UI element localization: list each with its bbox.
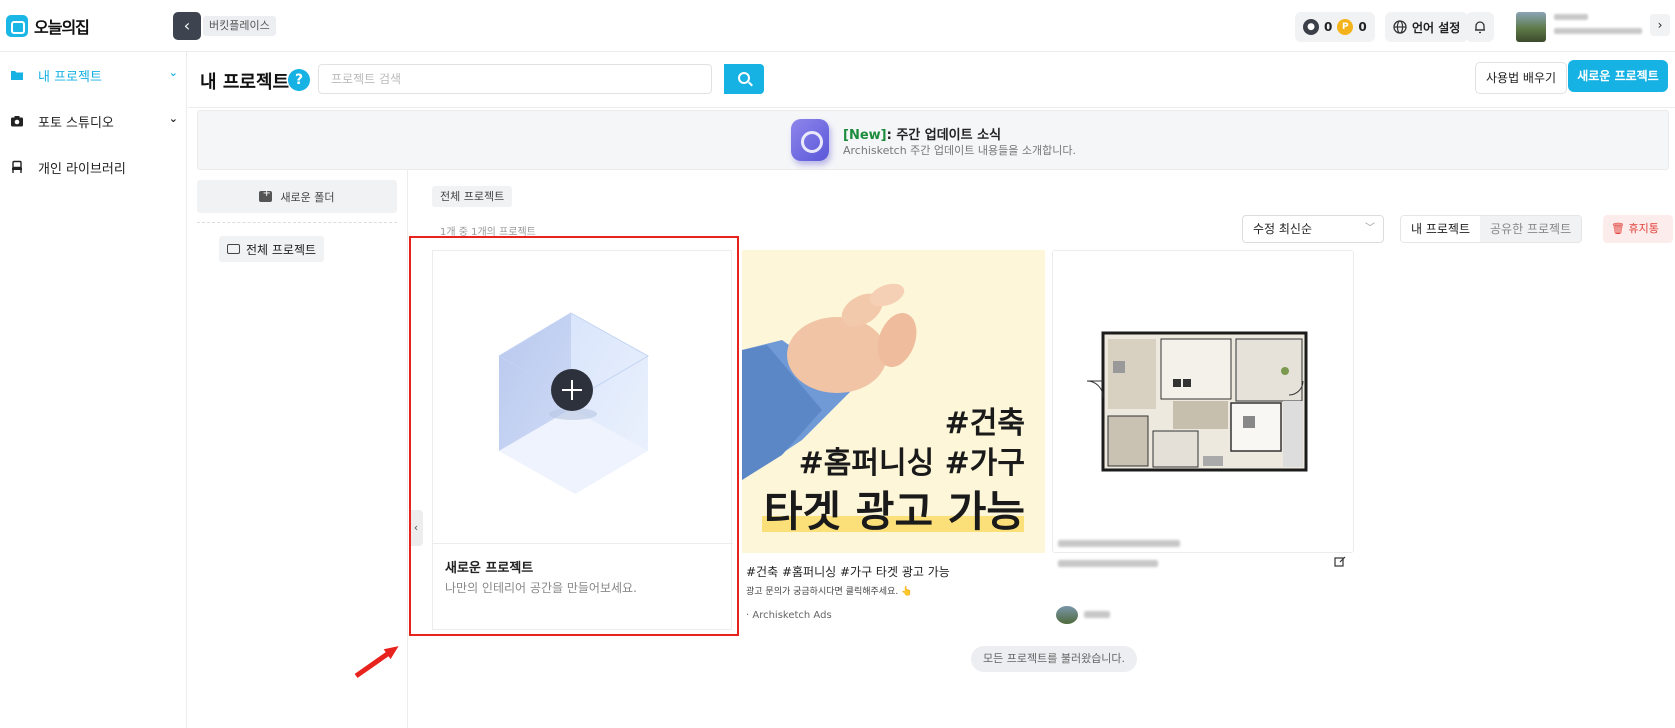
folder-icon (227, 244, 240, 254)
tab-my-projects[interactable]: 내 프로젝트 (1401, 216, 1481, 242)
sort-value: 수정 최신순 (1253, 222, 1313, 236)
folder-plus-icon (259, 188, 273, 202)
filter-chip[interactable]: 전체 프로젝트 (432, 186, 513, 207)
chevron-down-icon[interactable]: ⌄ (169, 112, 178, 125)
gear-icon (791, 119, 829, 161)
user-name-blurred (1554, 14, 1644, 42)
folder-icon (11, 71, 23, 80)
language-button[interactable]: 언어 설정 (1385, 12, 1469, 42)
search-input[interactable] (319, 65, 719, 93)
top-bar: 오늘의집 ‹ 버킷플레이스 ● 0 P 0 언어 설정 › (0, 0, 1675, 52)
folder-label: 전체 프로젝트 (246, 242, 317, 257)
language-label: 언어 설정 (1412, 20, 1461, 35)
tab-shared-projects[interactable]: 공유한 프로젝트 (1480, 216, 1582, 242)
learn-button[interactable]: 사용법 배우기 (1475, 62, 1568, 94)
share-icon[interactable] (1334, 556, 1346, 568)
floor-plan-thumbnail (1052, 250, 1354, 553)
project-title-blurred (1058, 540, 1180, 547)
sidebar: 내 프로젝트 ⌄ 포토 스튜디오 ⌄ 개인 라이브러리 (0, 52, 187, 728)
update-banner[interactable]: [New]: 주간 업데이트 소식 Archisketch 주간 업데이트 내용… (197, 110, 1669, 170)
trash-button[interactable]: 🗑 휴지통 (1603, 215, 1673, 243)
ad-headline-1: #건축 (944, 406, 1025, 441)
points-badge[interactable]: ● 0 P 0 (1295, 12, 1375, 42)
owner-name-blurred (1084, 611, 1110, 618)
notification-button[interactable] (1466, 12, 1494, 42)
banner-title: [New]: 주간 업데이트 소식 (843, 124, 1001, 143)
app-logo[interactable]: 오늘의집 (6, 14, 90, 38)
back-button[interactable]: ‹ (173, 12, 201, 40)
sidebar-item-my-projects[interactable]: 내 프로젝트 ⌄ (10, 62, 178, 88)
folder-item-all-projects[interactable]: 전체 프로젝트 (219, 236, 325, 262)
point-dark-icon: ● (1303, 19, 1319, 35)
folder-panel: 새로운 폴더 전체 프로젝트 (188, 170, 408, 728)
sidebar-item-personal-library[interactable]: 개인 라이브러리 (10, 154, 178, 180)
ad-card[interactable]: #건축 #홈퍼니싱 #가구 타겟 광고 가능 #건축 #홈퍼니싱 #가구 타겟 … (742, 250, 1045, 630)
ad-thumbnail: #건축 #홈퍼니싱 #가구 타겟 광고 가능 (742, 250, 1045, 553)
breadcrumb[interactable]: 버킷플레이스 (203, 16, 276, 36)
banner-title-text: : 주간 업데이트 소식 (886, 128, 1002, 143)
logo-icon (6, 15, 28, 37)
new-tag: [New] (843, 128, 887, 143)
content-header: 내 프로젝트 ? 사용법 배우기 새로운 프로젝트 (188, 52, 1675, 108)
new-folder-label: 새로운 폴더 (280, 190, 335, 204)
floor-plan-image (1086, 331, 1308, 472)
globe-icon (1393, 20, 1407, 34)
ad-headline-2: #홈퍼니싱 #가구 (798, 446, 1025, 481)
sidebar-item-label: 포토 스튜디오 (38, 115, 114, 131)
search-icon[interactable] (724, 64, 764, 94)
trash-icon: 🗑 (1611, 222, 1625, 235)
all-loaded-message: 모든 프로젝트를 불러왔습니다. (971, 646, 1138, 672)
user-avatar[interactable] (1516, 12, 1546, 42)
divider (197, 222, 397, 223)
ad-description: 광고 문의가 궁금하시다면 클릭해주세요. 👆 (746, 587, 913, 597)
ad-source: · Archisketch Ads (746, 610, 832, 621)
sidebar-item-label: 개인 라이브러리 (38, 161, 126, 177)
chair-icon (12, 160, 22, 173)
chevron-down-icon[interactable]: ⌄ (169, 66, 178, 79)
sidebar-item-label: 내 프로젝트 (38, 69, 102, 85)
camera-icon (11, 116, 23, 127)
banner-subtitle: Archisketch 주간 업데이트 내용들을 소개합니다. (843, 144, 1076, 157)
ad-headline-3: 타겟 광고 가능 (763, 487, 1025, 536)
help-icon[interactable]: ? (288, 69, 310, 91)
owner-avatar (1056, 606, 1078, 624)
project-card[interactable] (1052, 250, 1354, 630)
new-folder-button[interactable]: 새로운 폴더 (197, 180, 397, 213)
project-scope-toggle: 내 프로젝트 공유한 프로젝트 (1400, 215, 1583, 243)
logo-text: 오늘의집 (34, 18, 90, 37)
trash-label: 휴지통 (1628, 222, 1659, 235)
points-gold-value: 0 (1358, 20, 1367, 34)
points-dark-value: 0 (1324, 20, 1333, 34)
ad-title: #건축 #홈퍼니싱 #가구 타겟 광고 가능 (746, 565, 950, 579)
bell-icon (1475, 21, 1485, 34)
new-project-button[interactable]: 새로운 프로젝트 (1568, 60, 1668, 92)
chevron-right-icon[interactable]: › (1650, 14, 1670, 36)
search-box (318, 64, 719, 94)
project-date-blurred (1058, 560, 1158, 567)
sort-select[interactable]: 수정 최신순 ﹀ (1242, 215, 1384, 243)
sidebar-item-photo-studio[interactable]: 포토 스튜디오 ⌄ (10, 108, 178, 134)
page-title: 내 프로젝트 (200, 72, 290, 93)
highlight-annotation (409, 236, 739, 636)
point-gold-icon: P (1337, 19, 1354, 35)
chevron-down-icon: ﹀ (1365, 223, 1375, 234)
